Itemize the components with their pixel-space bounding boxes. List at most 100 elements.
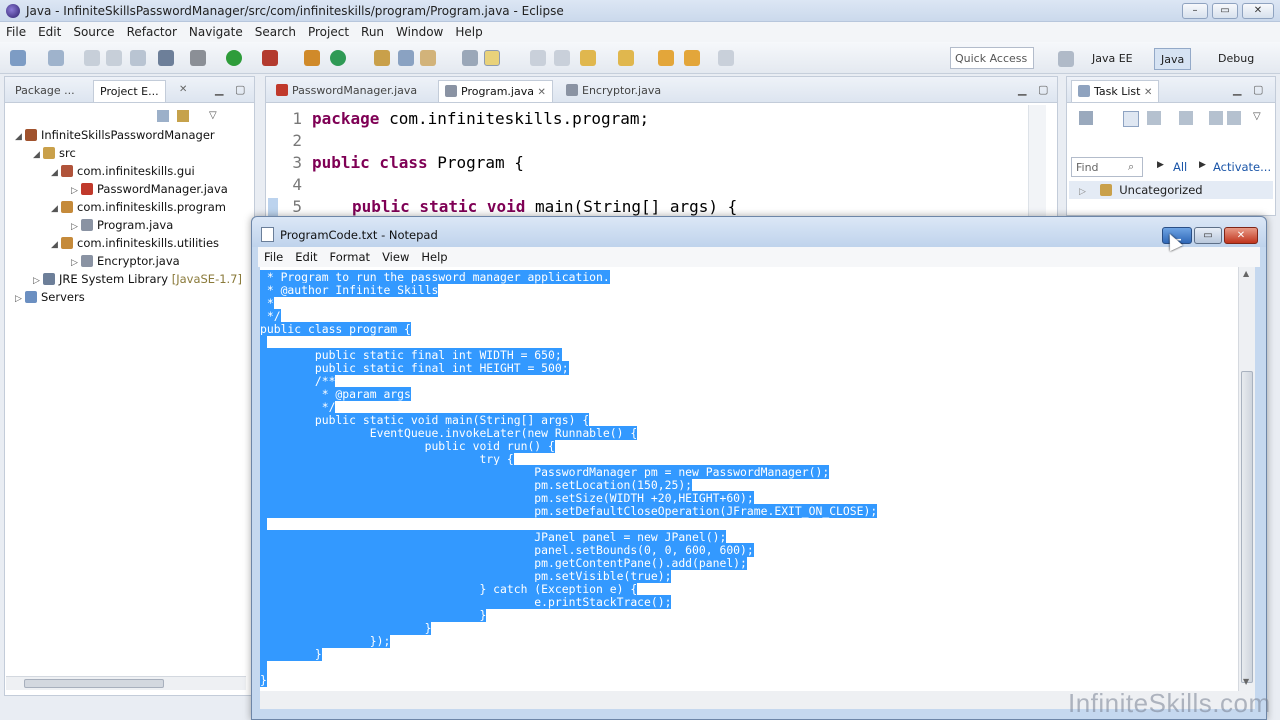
menu-run[interactable]: Run [355,22,390,39]
tab-task-list[interactable]: Task List ✕ [1071,80,1160,102]
maximize-view-icon[interactable]: ▢ [235,83,245,96]
close-tab-icon[interactable]: ✕ [179,84,187,95]
scroll-thumb[interactable] [24,679,164,688]
tree-item-servers[interactable]: ▷ Servers [15,290,85,308]
show-whitespace-icon[interactable] [554,50,570,66]
focus-icon[interactable] [1179,111,1193,125]
tab-package-explorer[interactable]: Package ... [9,80,81,102]
minimize-view-icon[interactable]: ▁ [1233,83,1241,96]
new-icon[interactable] [10,50,26,66]
tree-item-jre-library[interactable]: ▷ JRE System Library [JavaSE-1.7] [33,272,242,290]
mark-occurrences-icon[interactable] [484,50,500,66]
perspective-java-ee[interactable]: Java EE [1086,48,1139,70]
code-line[interactable]: public class Program { [312,153,524,172]
tree-item-passwordmanager-java[interactable]: ▷ PasswordManager.java [71,182,228,200]
last-edit-location-icon[interactable] [718,50,734,66]
close-tab-icon[interactable]: ✕ [537,87,545,98]
view-menu-icon[interactable]: ▽ [1253,111,1261,122]
project-explorer-hscrollbar[interactable] [6,676,246,690]
tree-item-package-program[interactable]: ◢ com.infiniteskills.program [51,200,226,218]
synchronize-icon[interactable] [1209,111,1223,125]
notepad-vertical-scrollbar[interactable]: ▲ ▼ [1238,267,1255,691]
notepad-close-button[interactable]: ✕ [1224,227,1258,244]
maximize-view-icon[interactable]: ▢ [1253,83,1263,96]
tree-item-project[interactable]: ◢ InfiniteSkillsPasswordManager [15,128,215,146]
minimize-view-icon[interactable]: ▁ [1018,83,1026,96]
tree-item-package-gui[interactable]: ◢ com.infiniteskills.gui [51,164,195,182]
scroll-down-arrow-icon[interactable]: ▼ [1243,677,1249,686]
menu-source[interactable]: Source [67,22,120,39]
categorized-icon[interactable] [1123,111,1139,127]
menu-project[interactable]: Project [302,22,355,39]
minimize-button[interactable]: – [1182,3,1208,19]
tree-item-encryptor-java[interactable]: ▷ Encryptor.java [71,254,180,272]
menu-help[interactable]: Help [449,22,488,39]
skip-breakpoints-icon[interactable] [158,50,174,66]
task-find-input[interactable]: Find ⌕ [1071,157,1143,177]
toggle-breadcrumb-icon[interactable] [462,50,478,66]
block-selection-icon[interactable] [530,50,546,66]
previous-annotation-icon[interactable] [618,50,634,66]
code-line[interactable]: public static void main(String[] args) { [352,197,737,216]
new-task-icon[interactable] [1079,111,1093,125]
save-all-icon[interactable] [84,50,100,66]
minimize-view-icon[interactable]: ▁ [215,83,223,96]
maximize-view-icon[interactable]: ▢ [1038,83,1048,96]
quick-access-input[interactable]: Quick Access [950,47,1034,69]
menu-navigate[interactable]: Navigate [183,22,249,39]
notepad-maximize-button[interactable]: ▭ [1194,227,1222,244]
menu-file[interactable]: File [0,22,32,39]
tree-item-src[interactable]: ◢ src [33,146,76,164]
tab-passwordmanager-java[interactable]: PasswordManager.java [270,80,423,102]
perspective-debug[interactable]: Debug [1212,48,1260,70]
menu-search[interactable]: Search [249,22,302,39]
eclipse-icon [6,4,20,18]
scroll-thumb[interactable] [1241,371,1253,683]
menu-window[interactable]: Window [390,22,449,39]
save-icon[interactable] [48,50,64,66]
all-link[interactable]: All [1173,160,1187,174]
new-class-icon[interactable] [330,50,346,66]
maximize-button[interactable]: ▭ [1212,3,1238,19]
activate-link[interactable]: Activate... [1213,160,1271,174]
forward-icon[interactable] [684,50,700,66]
open-type-icon[interactable] [374,50,390,66]
next-annotation-icon[interactable] [580,50,596,66]
back-icon[interactable] [658,50,674,66]
scheduled-icon[interactable] [1147,111,1161,125]
open-task-icon[interactable] [420,50,436,66]
menu-edit[interactable]: Edit [32,22,67,39]
scroll-up-arrow-icon[interactable]: ▲ [1243,269,1249,278]
notepad-menu-edit[interactable]: Edit [289,247,323,264]
tab-encryptor-java[interactable]: Encryptor.java [560,80,667,102]
notepad-menu-file[interactable]: File [258,247,289,264]
notepad-menu-help[interactable]: Help [415,247,453,264]
tab-project-explorer[interactable]: Project E... [93,80,166,102]
tree-item-package-utilities[interactable]: ◢ com.infiniteskills.utilities [51,236,219,254]
external-tools-icon[interactable] [262,50,278,66]
notepad-title-bar[interactable]: ProgramCode.txt - Notepad ▁ ▭ ✕ [252,217,1266,247]
debug-icon[interactable] [190,50,206,66]
close-tab-icon[interactable]: ✕ [1144,87,1152,98]
view-menu-icon[interactable]: ▽ [209,110,217,121]
new-java-project-icon[interactable] [304,50,320,66]
editor-overview-ruler[interactable] [1028,105,1046,225]
tree-item-program-java[interactable]: ▷ Program.java [71,218,173,236]
code-line[interactable]: package com.infiniteskills.program; [312,109,649,128]
close-button[interactable]: ✕ [1242,3,1274,19]
tab-program-java[interactable]: Program.java ✕ [438,80,553,102]
task-category-row[interactable]: ▷ Uncategorized [1069,181,1273,199]
link-with-editor-icon[interactable] [177,110,189,122]
search-icon[interactable] [398,50,414,66]
collapse-all-icon[interactable] [157,110,169,122]
menu-refactor[interactable]: Refactor [121,22,183,39]
notepad-menu-format[interactable]: Format [324,247,377,264]
run-icon[interactable] [226,50,242,66]
notepad-text-area[interactable]: * Program to run the password manager ap… [260,267,1238,691]
collapse-all-icon[interactable] [1227,111,1241,125]
build-icon[interactable] [130,50,146,66]
perspective-java[interactable]: Java [1154,48,1192,70]
notepad-menu-view[interactable]: View [376,247,415,264]
open-perspective-icon[interactable] [1058,51,1074,67]
print-icon[interactable] [106,50,122,66]
